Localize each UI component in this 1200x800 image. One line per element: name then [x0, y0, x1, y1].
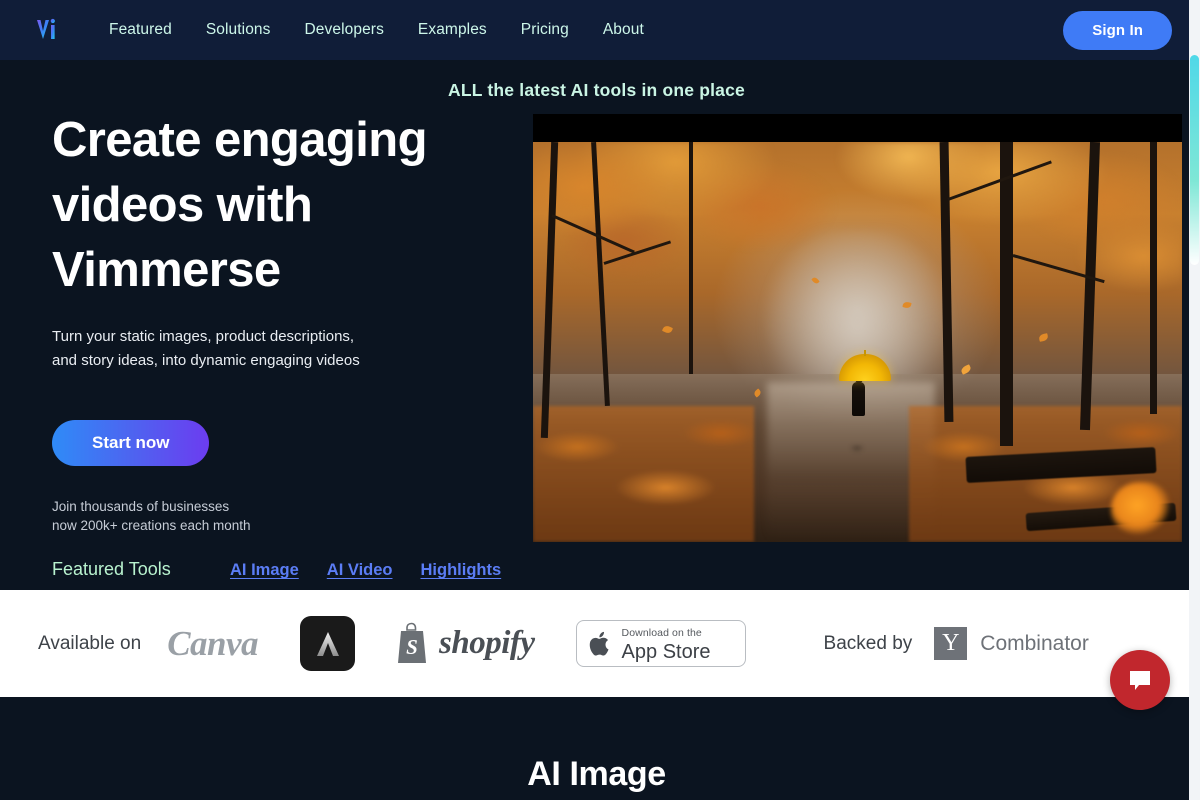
- landing-page: Featured Solutions Developers Examples P…: [0, 0, 1200, 800]
- app-store-title: App Store: [621, 640, 711, 663]
- tree-trunk: [1000, 142, 1014, 446]
- section-heading-text: AI Image: [527, 755, 666, 793]
- shopify-bag-icon: S: [398, 622, 427, 663]
- y-combinator-label: Combinator: [980, 631, 1089, 655]
- page-scrollbar[interactable]: [1189, 0, 1200, 800]
- hero-copy-column: Create engaging videos with Vimmerse Tur…: [49, 108, 512, 580]
- social-proof-line-2: now 200k+ creations each month: [52, 518, 251, 533]
- walking-figure: [852, 382, 866, 416]
- apple-icon: [589, 631, 609, 656]
- sign-in-button[interactable]: Sign In: [1063, 10, 1172, 50]
- tool-link-ai-video[interactable]: AI Video: [327, 561, 393, 580]
- tool-link-highlights[interactable]: Highlights: [421, 561, 502, 580]
- headline-text-with: with: [203, 178, 313, 232]
- app-store-text: Download on the App Store: [622, 624, 711, 663]
- hero-subtext: Turn your static images, product descrip…: [52, 325, 512, 373]
- chat-bubble-icon: [1130, 671, 1150, 690]
- featured-tools-label: Featured Tools: [52, 559, 171, 579]
- section-heading: AI Image: [0, 755, 1193, 795]
- tree-trunk: [688, 142, 693, 374]
- leaf-litter-left: [533, 406, 754, 542]
- available-on-label: Available on: [38, 632, 142, 654]
- tree-trunk: [1149, 142, 1157, 414]
- hero-video-player[interactable]: [533, 114, 1182, 542]
- headline-highlight-engaging: engaging: [209, 108, 436, 173]
- featured-tools-row: Featured Tools AI Image AI Video Highlig…: [52, 559, 512, 580]
- nav-item-about[interactable]: About: [586, 21, 661, 39]
- nav-item-developers[interactable]: Developers: [288, 21, 401, 39]
- start-now-button[interactable]: Start now: [52, 420, 210, 466]
- shopify-logo[interactable]: S shopify: [395, 622, 535, 666]
- adobe-a-glyph: [316, 631, 339, 656]
- canva-logo[interactable]: Canva: [167, 624, 258, 664]
- headline-text-videos: videos: [52, 178, 204, 232]
- headline-line-2: videos with: [49, 173, 512, 238]
- nav-item-featured[interactable]: Featured: [92, 21, 189, 39]
- hero-subtext-line-2: and story ideas, into dynamic engaging v…: [52, 352, 360, 369]
- shopify-wordmark: shopify: [439, 625, 535, 661]
- ai-image-section: AI Image: [0, 697, 1200, 800]
- nav-item-pricing[interactable]: Pricing: [504, 21, 586, 39]
- hero-tagline: ALL the latest AI tools in one place: [448, 80, 745, 100]
- autumn-scene-illustration: [533, 142, 1182, 542]
- figure-reflection: [848, 446, 867, 462]
- partners-bar: Available on Canva S shopify Download on…: [0, 590, 1200, 697]
- app-store-subtitle: Download on the: [621, 627, 702, 640]
- tool-link-ai-image[interactable]: AI Image: [230, 561, 299, 580]
- nav-item-examples[interactable]: Examples: [401, 21, 504, 39]
- signin-container: Sign In: [1063, 10, 1172, 50]
- chat-widget-button[interactable]: [1110, 650, 1170, 710]
- social-proof-line-1: Join thousands of businesses: [52, 499, 230, 514]
- scrollbar-thumb[interactable]: [1190, 55, 1199, 265]
- nav-item-solutions[interactable]: Solutions: [189, 21, 288, 39]
- y-combinator-icon[interactable]: Y: [934, 627, 968, 660]
- headline-line-1: Create engaging: [52, 108, 512, 173]
- headline-line-3: Vimmerse: [52, 243, 281, 297]
- section-heading-word: AI Image: [521, 755, 666, 795]
- site-header: Featured Solutions Developers Examples P…: [0, 0, 1200, 60]
- social-proof-text: Join thousands of businesses now 200k+ c…: [52, 497, 512, 535]
- hero-section: ALL the latest AI tools in one place Cre…: [0, 60, 1200, 590]
- adobe-express-icon[interactable]: [300, 616, 356, 671]
- hero-headline: Create engaging videos with Vimmerse: [49, 108, 512, 303]
- headline-text-create: Create: [52, 113, 214, 167]
- hero-video-frame: [533, 142, 1182, 542]
- svg-text:S: S: [406, 635, 418, 659]
- app-store-badge[interactable]: Download on the App Store: [575, 620, 746, 667]
- hero-subtext-line-1: Turn your static images, product descrip…: [52, 328, 355, 345]
- headline-highlight-videos: videos: [49, 173, 207, 238]
- main-nav: Featured Solutions Developers Examples P…: [92, 21, 661, 39]
- backed-by-label: Backed by: [823, 632, 913, 654]
- vimmerse-logo-icon[interactable]: [34, 15, 64, 45]
- headline-text-engaging: engaging: [213, 113, 428, 167]
